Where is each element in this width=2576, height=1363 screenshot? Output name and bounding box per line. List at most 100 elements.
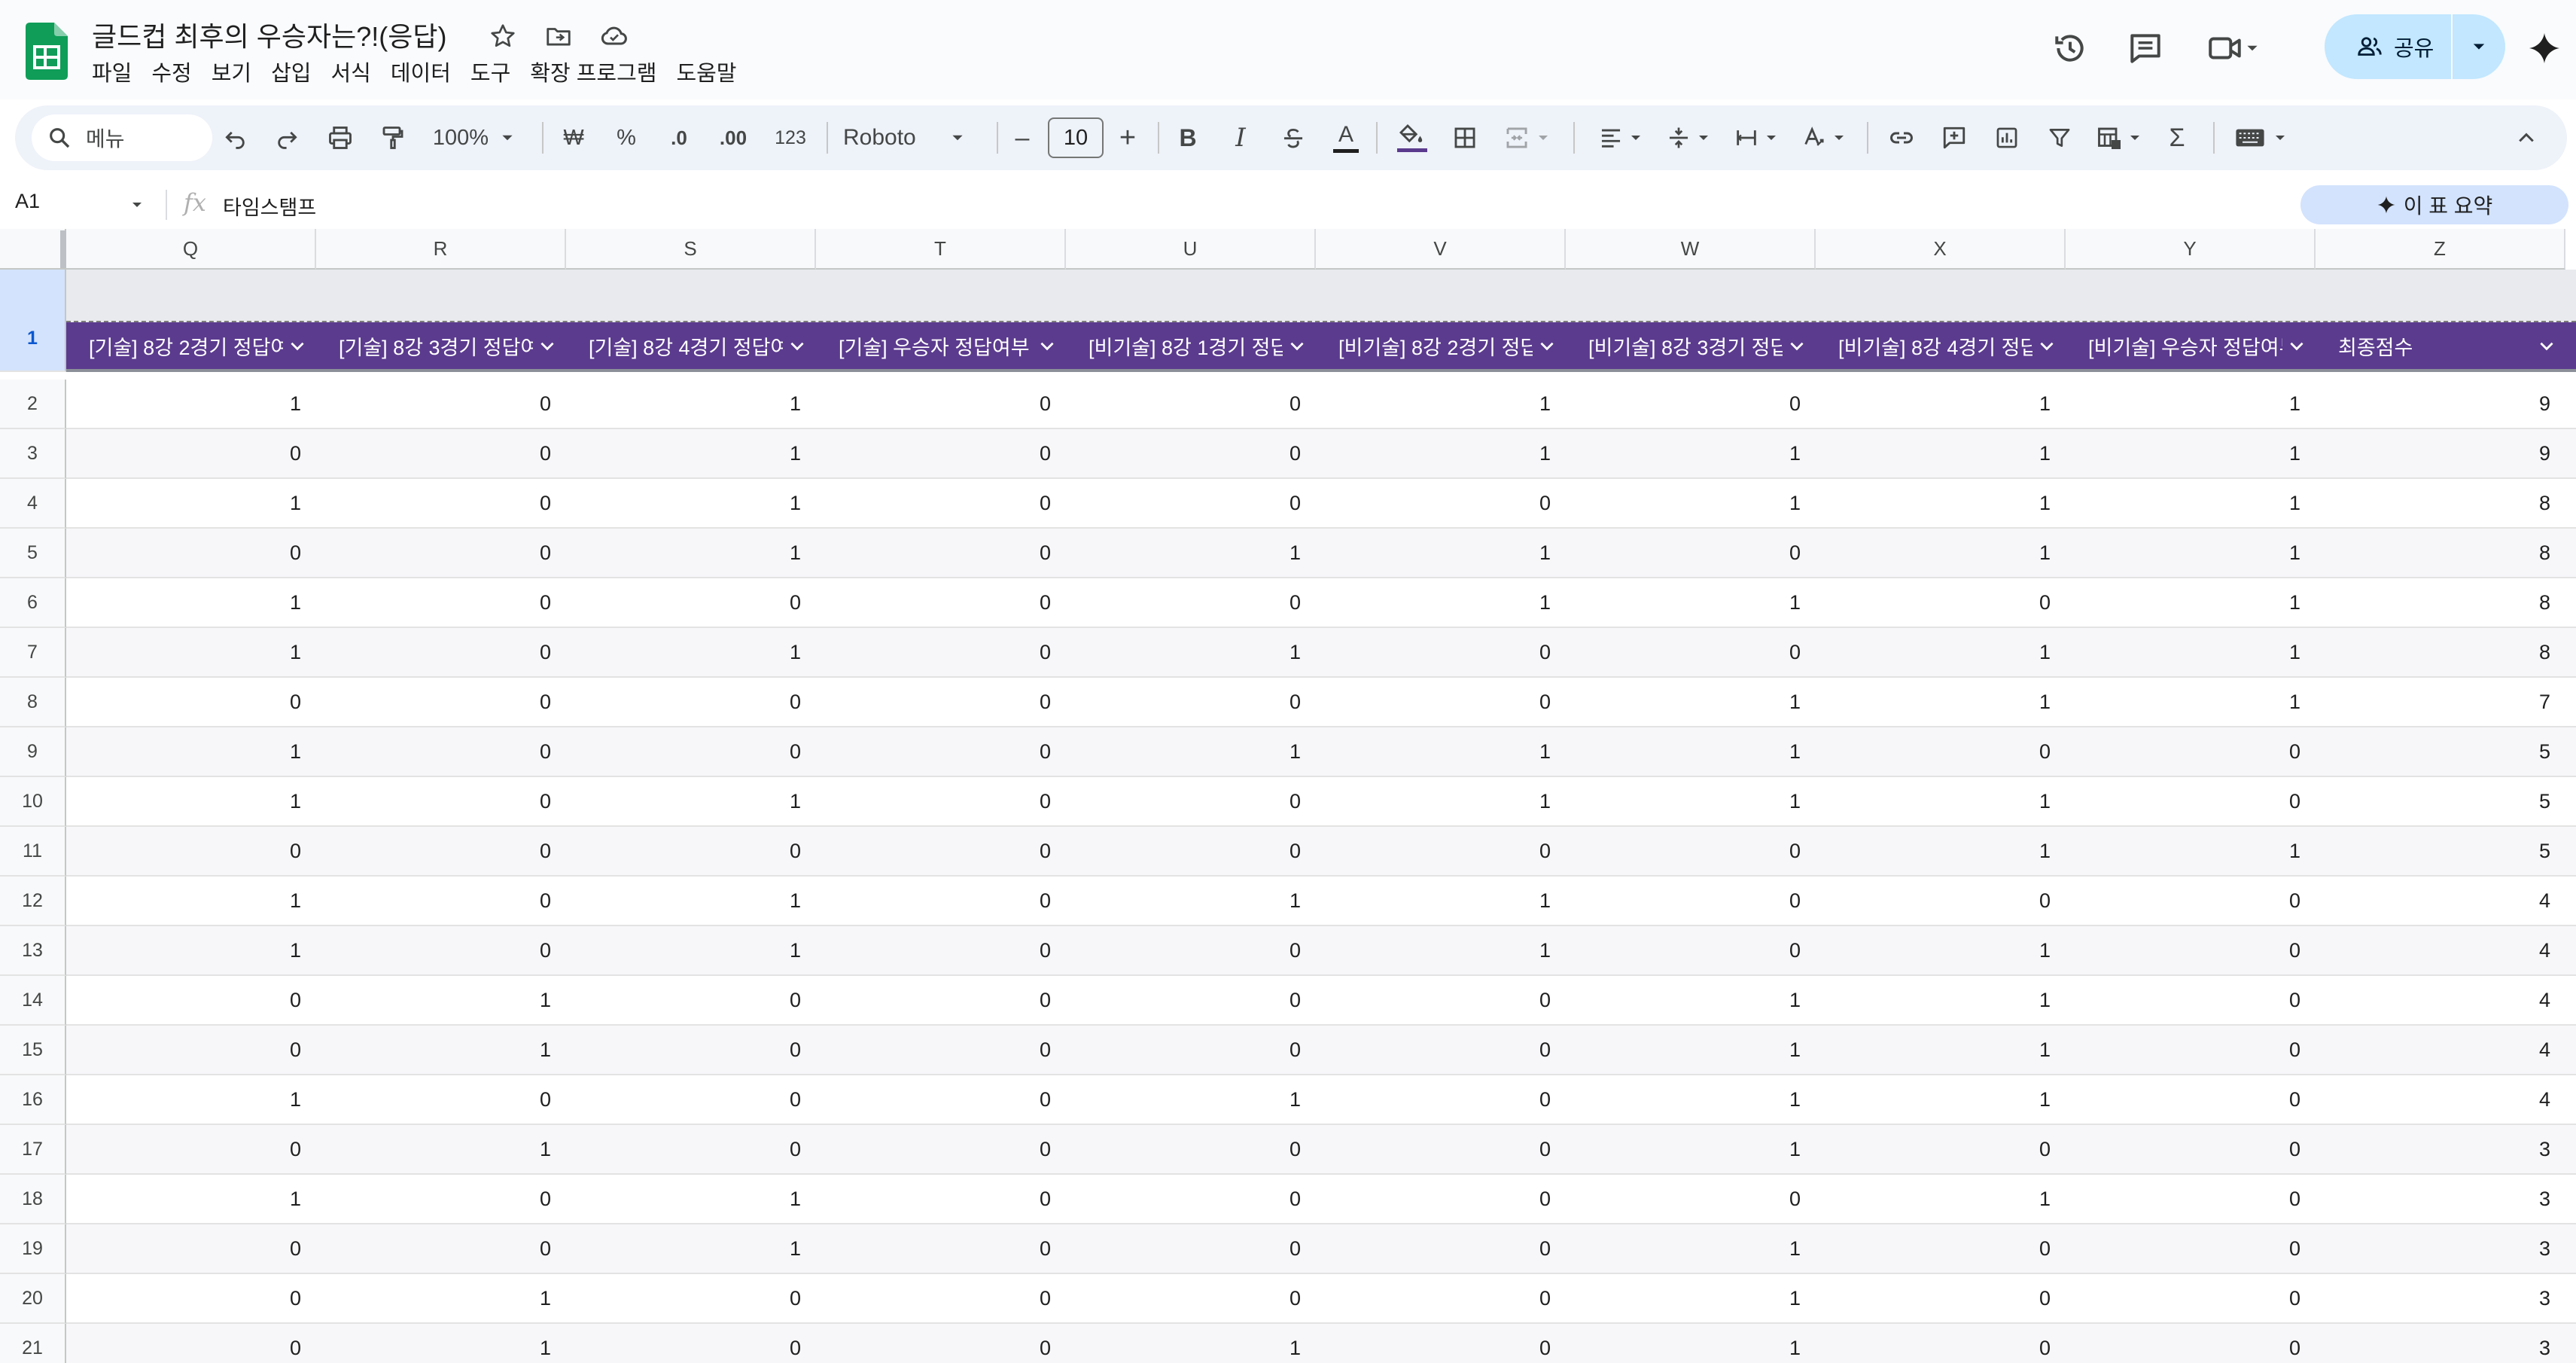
cell-q2[interactable]: 1 (66, 380, 316, 428)
font-size-input[interactable]: 10 (1048, 117, 1104, 158)
cell-z13[interactable]: 4 (2316, 926, 2565, 974)
cell-v20[interactable]: 0 (1316, 1274, 1566, 1322)
cell-z17[interactable]: 3 (2316, 1125, 2565, 1173)
cell-y20[interactable]: 0 (2066, 1274, 2316, 1322)
cell-z12[interactable]: 4 (2316, 877, 2565, 925)
cell-s6[interactable]: 0 (566, 578, 816, 627)
cell-w11[interactable]: 0 (1566, 827, 1816, 875)
functions-button[interactable]: Σ (2154, 105, 2200, 170)
cell-t15[interactable]: 0 (816, 1026, 1066, 1074)
menu-help[interactable]: 도움말 (676, 56, 749, 87)
cell-v10[interactable]: 1 (1316, 777, 1566, 825)
cell-x16[interactable]: 1 (1816, 1075, 2066, 1124)
cell-v9[interactable]: 1 (1316, 727, 1566, 776)
cell-x20[interactable]: 0 (1816, 1274, 2066, 1322)
summarize-table-button[interactable]: 이 표 요약 (2300, 185, 2568, 224)
move-folder-icon[interactable] (542, 20, 575, 53)
cell-q16[interactable]: 1 (66, 1075, 316, 1124)
row-header-20[interactable]: 20 (0, 1274, 66, 1324)
text-color-button[interactable]: A (1323, 105, 1369, 170)
cell-w2[interactable]: 0 (1566, 380, 1816, 428)
cell-v4[interactable]: 0 (1316, 479, 1566, 527)
filter-dropdown-icon[interactable] (787, 336, 807, 355)
redo-icon[interactable] (265, 105, 310, 170)
cell-r20[interactable]: 1 (316, 1274, 566, 1322)
cell-u11[interactable]: 0 (1066, 827, 1316, 875)
filter-dropdown-icon[interactable] (288, 336, 307, 355)
cell-s8[interactable]: 0 (566, 678, 816, 726)
cell-x18[interactable]: 1 (1816, 1175, 2066, 1223)
cell-z15[interactable]: 4 (2316, 1026, 2565, 1074)
cell-u8[interactable]: 0 (1066, 678, 1316, 726)
header-cell-t[interactable]: [기술] 우승자 정답여부 (816, 322, 1066, 369)
spreadsheet-grid[interactable]: [기술] 8강 2경기 정답여부 [기술] 8강 3경기 정답여부 [기술] 8강 … (0, 229, 2576, 1363)
formula-input[interactable]: 타임스탬프 (223, 191, 316, 221)
cell-q17[interactable]: 0 (66, 1125, 316, 1173)
cell-x10[interactable]: 1 (1816, 777, 2066, 825)
header-cell-x[interactable]: [비기술] 8강 4경기 정답여부 (1816, 322, 2066, 369)
cell-s7[interactable]: 1 (566, 628, 816, 676)
row-header-14[interactable]: 14 (0, 976, 66, 1026)
menu-extensions[interactable]: 확장 프로그램 (530, 56, 669, 87)
cell-x11[interactable]: 1 (1816, 827, 2066, 875)
cell-q21[interactable]: 0 (66, 1324, 316, 1363)
cell-t14[interactable]: 0 (816, 976, 1066, 1024)
fill-color-icon[interactable] (1390, 105, 1435, 170)
cell-y7[interactable]: 1 (2066, 628, 2316, 676)
cell-t6[interactable]: 0 (816, 578, 1066, 627)
column-header-u[interactable]: U (1066, 229, 1316, 270)
cell-y16[interactable]: 0 (2066, 1075, 2316, 1124)
row-header-17[interactable]: 17 (0, 1125, 66, 1175)
menu-data[interactable]: 데이터 (391, 56, 464, 87)
cell-q10[interactable]: 1 (66, 777, 316, 825)
cell-y3[interactable]: 1 (2066, 429, 2316, 477)
cell-r14[interactable]: 1 (316, 976, 566, 1024)
cell-t9[interactable]: 0 (816, 727, 1066, 776)
cell-w17[interactable]: 1 (1566, 1125, 1816, 1173)
cell-x19[interactable]: 0 (1816, 1224, 2066, 1273)
cell-v3[interactable]: 1 (1316, 429, 1566, 477)
paint-format-icon[interactable] (370, 105, 416, 170)
star-icon[interactable] (486, 20, 519, 53)
filter-dropdown-icon[interactable] (2537, 336, 2556, 355)
cell-q4[interactable]: 1 (66, 479, 316, 527)
cell-s19[interactable]: 1 (566, 1224, 816, 1273)
cell-s14[interactable]: 0 (566, 976, 816, 1024)
cell-u3[interactable]: 0 (1066, 429, 1316, 477)
cell-u4[interactable]: 0 (1066, 479, 1316, 527)
cell-r19[interactable]: 0 (316, 1224, 566, 1273)
cell-v19[interactable]: 0 (1316, 1224, 1566, 1273)
row-header-5[interactable]: 5 (0, 529, 66, 578)
strikethrough-icon[interactable] (1271, 105, 1316, 170)
column-header-t[interactable]: T (816, 229, 1066, 270)
cell-z2[interactable]: 9 (2316, 380, 2565, 428)
search-menus-input[interactable]: 메뉴 (32, 114, 212, 161)
header-cell-s[interactable]: [기술] 8강 4경기 정답여부 (566, 322, 816, 369)
cell-y12[interactable]: 0 (2066, 877, 2316, 925)
cell-u14[interactable]: 0 (1066, 976, 1316, 1024)
cell-q8[interactable]: 0 (66, 678, 316, 726)
cell-x13[interactable]: 1 (1816, 926, 2066, 974)
cell-y15[interactable]: 0 (2066, 1026, 2316, 1074)
table-views-icon[interactable] (2087, 105, 2151, 170)
cell-w3[interactable]: 1 (1566, 429, 1816, 477)
cell-z5[interactable]: 8 (2316, 529, 2565, 577)
chevron-down-icon[interactable] (129, 197, 145, 212)
cell-v2[interactable]: 1 (1316, 380, 1566, 428)
cell-t19[interactable]: 0 (816, 1224, 1066, 1273)
cell-x7[interactable]: 1 (1816, 628, 2066, 676)
decrease-decimal-button[interactable]: .0 (656, 105, 702, 170)
font-family-select[interactable]: Roboto (842, 105, 992, 170)
cell-r2[interactable]: 0 (316, 380, 566, 428)
row-header-18[interactable]: 18 (0, 1175, 66, 1224)
cell-r18[interactable]: 0 (316, 1175, 566, 1223)
cell-z6[interactable]: 8 (2316, 578, 2565, 627)
filter-dropdown-icon[interactable] (1787, 336, 1807, 355)
header-cell-w[interactable]: [비기술] 8강 3경기 정답여부 (1566, 322, 1816, 369)
cell-q20[interactable]: 0 (66, 1274, 316, 1322)
column-header-x[interactable]: X (1816, 229, 2066, 270)
cell-v21[interactable]: 0 (1316, 1324, 1566, 1363)
cell-y13[interactable]: 0 (2066, 926, 2316, 974)
cell-t17[interactable]: 0 (816, 1125, 1066, 1173)
cell-v5[interactable]: 1 (1316, 529, 1566, 577)
